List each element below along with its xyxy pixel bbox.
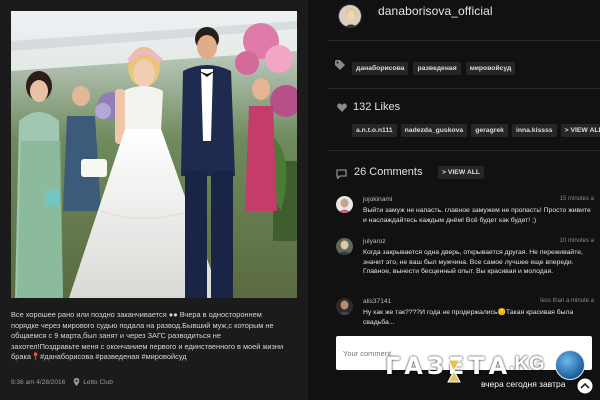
hashtag-chip[interactable]: данаборисова [352, 62, 409, 75]
liker-chip[interactable]: nadezda_guskova [400, 124, 468, 137]
post-timestamp: 9:36 am 4/28/2016 [11, 378, 66, 386]
post-details: danaborisova_official данаборисова разве… [308, 0, 600, 400]
caption-line: общаемся с 9 марта,был занят и через ЗАГ… [11, 331, 221, 340]
caption-line: порядке через мирового судью подала на р… [11, 320, 274, 330]
comment-item: alis37141 less than a minute a Ну как же… [336, 298, 598, 332]
caption-line: захотел!Поздравьте меня с окончанием пер… [11, 341, 284, 351]
post-meta: 9:36 am 4/28/2016 Letto Club [11, 378, 113, 386]
comment-text: Когда закрывается одна дверь, открываетс… [363, 249, 583, 275]
avatar-image [336, 196, 353, 213]
watermark-tagline: вчера сегодня завтра [481, 379, 566, 389]
profile-username[interactable]: danaborisova_official [378, 4, 493, 18]
likers-list: a.n.t.o.n111 nadezda_guskova geragrek in… [352, 124, 600, 137]
scroll-top-icon[interactable] [577, 378, 593, 394]
liker-chip[interactable]: a.n.t.o.n111 [352, 124, 397, 137]
avatar-image [336, 298, 353, 315]
hourglass-icon [447, 359, 461, 383]
comments-view-all-button[interactable]: > VIEW ALL [438, 166, 485, 179]
divider [328, 150, 600, 151]
divider [328, 40, 600, 41]
profile-avatar[interactable] [338, 4, 362, 28]
commenter-username[interactable]: jojokinami [363, 196, 392, 203]
hashtag-chip[interactable]: разведеная [413, 62, 461, 75]
avatar-image [339, 5, 361, 27]
tag-icon [335, 60, 345, 70]
comments-count: 26 Comments [354, 166, 423, 178]
wedding-photo-image [11, 11, 297, 298]
comment-item: julyaroz 10 minutes a Когда закрывается … [336, 238, 598, 290]
divider [328, 88, 600, 89]
commenter-avatar[interactable] [336, 238, 353, 255]
caption-line: Все хорошее рано или поздно заканчиваетс… [11, 310, 262, 319]
post-photo[interactable] [11, 11, 297, 298]
watermark-logo: ГАЗЕТА .KG вчера сегодня завтра [381, 349, 591, 397]
hashtag-list: данаборисова разведеная мировойсуд [352, 62, 516, 75]
caption-line: брака📍#данаборисова #разведеная #мировой… [11, 352, 187, 361]
comment-text: Ну как же так????И года не продержались😔… [363, 309, 574, 326]
post-caption: Все хорошее рано или поздно заканчиваетс… [11, 310, 299, 363]
comment-time: less than a minute a [540, 298, 594, 304]
comment-time: 10 minutes a [559, 238, 594, 244]
post-panel: Все хорошее рано или поздно заканчиваетс… [0, 0, 308, 400]
globe-icon [555, 350, 585, 380]
location-pin-icon [73, 378, 80, 386]
comment-text: Выйти замуж не напасть. главное замужем … [363, 207, 591, 224]
post-location[interactable]: Letto Club [73, 378, 113, 386]
hashtag-chip[interactable]: мировойсуд [465, 62, 516, 75]
likes-count: 132 Likes [353, 101, 401, 113]
comment-time: 15 minutes a [559, 196, 594, 202]
comment-item: jojokinami 15 minutes a Выйти замуж не н… [336, 196, 598, 230]
liker-chip[interactable]: inna.kissss [511, 124, 557, 137]
liker-chip[interactable]: geragrek [471, 124, 508, 137]
commenter-username[interactable]: julyaroz [363, 238, 386, 245]
commenter-username[interactable]: alis37141 [363, 298, 391, 305]
heart-icon [337, 103, 347, 112]
commenter-avatar[interactable] [336, 196, 353, 213]
likes-view-all-button[interactable]: > VIEW ALL [560, 124, 600, 137]
watermark-domain: .KG [509, 353, 545, 375]
avatar-image [336, 238, 353, 255]
comment-bubble-icon [336, 169, 347, 179]
location-label: Letto Club [83, 378, 113, 386]
commenter-avatar[interactable] [336, 298, 353, 315]
